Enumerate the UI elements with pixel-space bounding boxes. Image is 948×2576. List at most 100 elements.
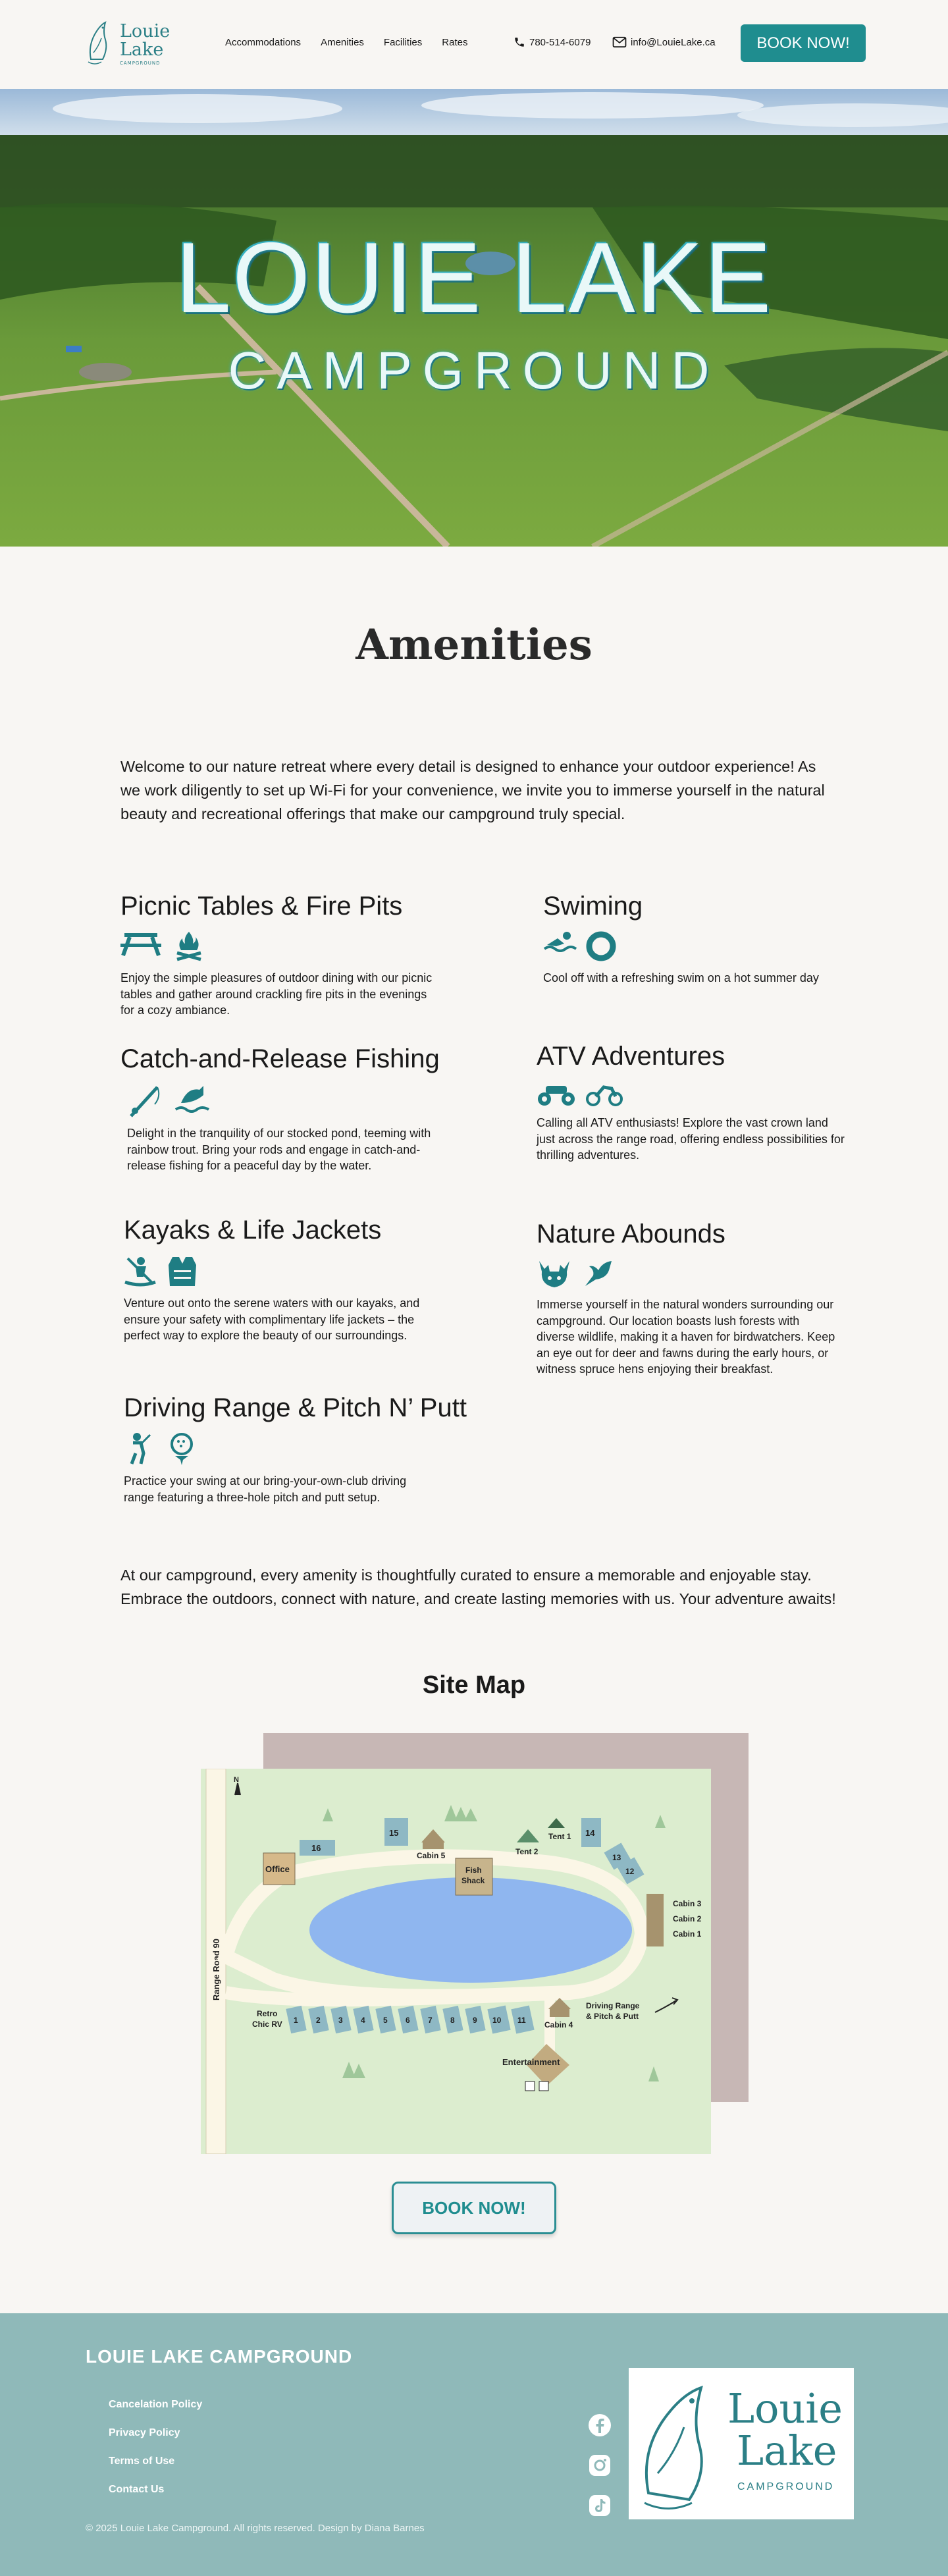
instagram-icon[interactable] [587,2453,612,2478]
phone-link[interactable]: 780-514-6079 [514,36,591,48]
email-address: info@LouieLake.ca [631,36,716,48]
north-arrow-label: N [234,1776,239,1784]
svg-text:Cabin 3: Cabin 3 [673,1899,702,1908]
campground-site-map: Range Road 90 N Office 16 15 Cabin 5 Ten… [201,1769,711,2154]
amenity-title: Picnic Tables & Fire Pits [120,892,403,921]
site-map-title: Site Map [422,1671,526,1699]
amenities-closing: At our campground, every amenity is thou… [120,1567,836,1607]
svg-text:Cabin 1: Cabin 1 [673,1929,702,1939]
nav-amenities[interactable]: Amenities [321,37,364,48]
life-jacket-icon [169,1257,196,1286]
picnic-table-icon [120,933,161,957]
svg-text:4: 4 [361,2016,365,2025]
deer-icon [539,1261,569,1287]
amenities-intro: Welcome to our nature retreat where ever… [120,758,825,822]
fish-jumping-icon [174,1086,210,1113]
nav-accommodations[interactable]: Accommodations [225,37,301,48]
amenity-title: Catch-and-Release Fishing [120,1044,440,1073]
amenity-picnic: Picnic Tables & Fire Pits Enjoy the simp… [120,892,443,1019]
svg-text:Cabin 4: Cabin 4 [544,2020,573,2029]
amenity-title: Driving Range & Pitch N’ Putt [124,1393,467,1422]
amenity-kayaks: Kayaks & Life Jackets Venture out onto t… [124,1216,433,1344]
social-links [587,2413,612,2533]
footer-logo[interactable]: Louie Lake CAMPGROUND [629,2368,854,2519]
svg-text:5: 5 [383,2016,388,2025]
site-footer: LOUIE LAKE CAMPGROUND Cancelation Policy… [0,2313,948,2576]
svg-text:9: 9 [473,2016,477,2025]
svg-text:Cabin 5: Cabin 5 [417,1851,446,1860]
nav-facilities[interactable]: Facilities [384,37,422,48]
svg-text:12: 12 [625,1867,635,1876]
logo-line2: Lake [120,40,164,60]
svg-text:10: 10 [492,2016,502,2025]
svg-text:11: 11 [517,2016,526,2025]
site-16: 16 [300,1840,335,1856]
amenity-fishing: Catch-and-Release Fishing Delight in the… [120,1044,450,1174]
hero-banner: LOUIE LAKE CAMPGROUND [0,89,948,547]
footer-title: LOUIE LAKE CAMPGROUND [86,2346,353,2367]
book-now-button[interactable]: BOOK NOW! [741,24,866,62]
trout-logo-icon [88,21,107,65]
amenity-title: Nature Abounds [537,1220,725,1248]
svg-text:3: 3 [338,2016,343,2025]
phone-number: 780-514-6079 [529,36,591,48]
svg-text:Cabin 2: Cabin 2 [673,1914,702,1923]
bird-icon [585,1261,612,1286]
footer-logo-line1: Louie [727,2384,843,2432]
footer-logo-sub: CAMPGROUND [737,2481,835,2492]
swimmer-icon [543,932,577,952]
main-nav: Accommodations Amenities Facilities Rate… [225,37,487,48]
svg-text:14: 14 [585,1828,595,1838]
campfire-icon [176,932,201,961]
hero-title: LOUIE LAKE [175,222,773,334]
logo-line1: Louie [120,21,171,41]
svg-text:Entertainment: Entertainment [502,2057,560,2067]
nav-rates[interactable]: Rates [442,37,467,48]
svg-text:Fish: Fish [465,1865,482,1875]
tiktok-icon[interactable] [587,2493,612,2518]
amenity-text: Delight in the tranquility of our stocke… [127,1127,431,1172]
life-ring-icon [586,931,616,961]
svg-text:7: 7 [428,2016,433,2025]
office-label: Office [265,1864,290,1874]
site-14: 14 [581,1818,601,1847]
svg-text:Retro: Retro [257,2009,277,2018]
svg-text:1: 1 [294,2016,298,2025]
email-link[interactable]: info@LouieLake.ca [612,36,716,48]
amenity-title: Kayaks & Life Jackets [124,1216,382,1245]
footer-link-contact[interactable]: Contact Us [109,2484,202,2512]
amenity-title: ATV Adventures [537,1042,725,1071]
site-15: 15 [384,1818,408,1846]
golf-ball-tee-icon [171,1433,193,1465]
page-title: Amenities [356,620,592,670]
office-building: Office [263,1852,296,1885]
footer-copyright: © 2025 Louie Lake Campground. All rights… [86,2523,425,2534]
site-header: Louie Lake CAMPGROUND Accommodations Ame… [0,0,948,89]
footer-links: Cancelation Policy Privacy Policy Terms … [109,2399,202,2512]
footer-link-terms[interactable]: Terms of Use [109,2455,202,2484]
amenity-text: Venture out onto the serene waters with … [124,1297,420,1342]
svg-text:& Pitch & Putt: & Pitch & Putt [586,2012,639,2021]
footer-logo-line2: Lake [737,2427,837,2475]
svg-text:2: 2 [316,2016,321,2025]
envelope-icon [612,36,627,48]
phone-icon [515,38,524,47]
hero-subtitle: CAMPGROUND [228,341,720,400]
footer-link-cancelation[interactable]: Cancelation Policy [109,2399,202,2427]
amenity-text: Practice your swing at our bring-your-ow… [124,1474,407,1504]
atv-icon [538,1086,575,1106]
book-now-button-bottom[interactable]: BOOK NOW! [392,2182,556,2234]
svg-text:6: 6 [406,2016,410,2025]
svg-text:Driving Range: Driving Range [586,2001,640,2010]
svg-text:Shack: Shack [461,1876,485,1885]
fishing-rod-icon [130,1086,160,1117]
site-logo[interactable]: Louie Lake CAMPGROUND [86,20,174,69]
amenity-nature: Nature Abounds Immerse yourself in the n… [537,1220,839,1378]
facebook-icon[interactable] [587,2413,612,2438]
footer-link-privacy[interactable]: Privacy Policy [109,2427,202,2455]
svg-text:Tent 1: Tent 1 [548,1832,571,1841]
svg-text:15: 15 [389,1828,398,1838]
amenity-text: Calling all ATV enthusiasts! Explore the… [537,1116,845,1162]
svg-text:13: 13 [612,1853,621,1862]
amenity-swimming: Swiming Cool off with a refreshing swim … [543,892,820,986]
